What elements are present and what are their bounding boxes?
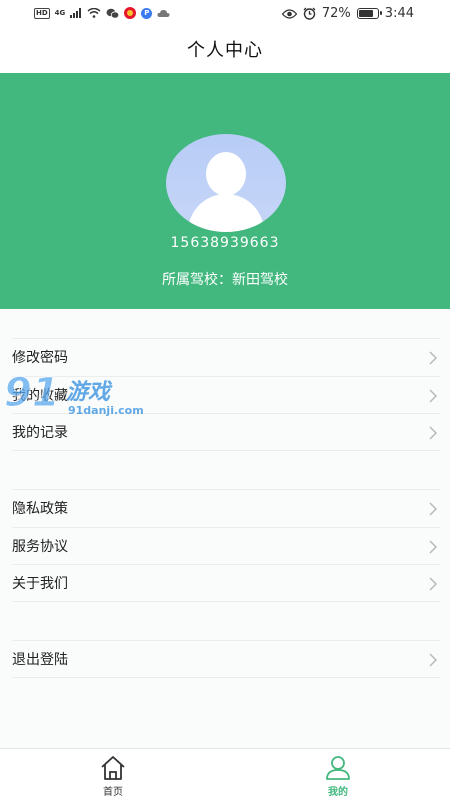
menu-area: 修改密码 我的收藏 我的记录 隐私政策 服务协议 关于我们 退出登陆 (0, 309, 450, 748)
menu-group-logout: 退出登陆 (12, 640, 440, 678)
app-p-icon: P (141, 7, 153, 19)
profile-banner: 15638939663 所属驾校：新田驾校 (0, 73, 450, 309)
user-icon (326, 756, 350, 780)
alarm-icon (303, 7, 316, 20)
tab-home-label: 首页 (103, 787, 123, 798)
status-left: HD 4G P (34, 7, 170, 19)
chevron-right-icon (429, 426, 437, 440)
clock: 3:44 (384, 6, 414, 21)
eye-icon (281, 8, 297, 19)
menu-item-label: 服务协议 (12, 538, 68, 555)
status-bar: HD 4G P 72% 3:44 (0, 0, 450, 28)
menu-item-my-records[interactable]: 我的记录 (12, 413, 440, 451)
battery-percent: 72% (321, 6, 351, 21)
chevron-right-icon (429, 540, 437, 553)
network-type: 4G (54, 9, 66, 17)
user-driving-school: 所属驾校：新田驾校 (162, 272, 288, 288)
tab-home[interactable]: 首页 (83, 755, 143, 798)
menu-item-label: 我的收藏 (12, 387, 68, 404)
wechat-icon (106, 8, 120, 19)
battery-icon (356, 8, 382, 19)
hd-icon: HD (34, 7, 50, 19)
chevron-right-icon (429, 577, 437, 591)
menu-item-label: 隐私政策 (12, 501, 68, 518)
weibo-icon (124, 7, 137, 19)
user-phone: 15638939663 (170, 235, 280, 251)
menu-group-account: 修改密码 我的收藏 我的记录 (12, 338, 440, 451)
menu-item-change-password[interactable]: 修改密码 (12, 338, 440, 376)
menu-item-service-agreement[interactable]: 服务协议 (12, 526, 440, 565)
menu-item-logout[interactable]: 退出登陆 (12, 640, 440, 678)
menu-item-my-favorites[interactable]: 我的收藏 (12, 375, 440, 414)
wifi-icon (87, 8, 101, 18)
page-title: 个人中心 (187, 40, 263, 61)
tab-mine[interactable]: 我的 (308, 755, 368, 798)
menu-item-privacy-policy[interactable]: 隐私政策 (12, 489, 440, 527)
chevron-right-icon (429, 653, 437, 667)
home-icon (101, 756, 125, 780)
menu-item-label: 关于我们 (12, 575, 68, 592)
bottom-tab-bar: 首页 我的 (0, 748, 450, 800)
menu-item-label: 修改密码 (12, 350, 68, 367)
cloud-icon (157, 9, 170, 17)
menu-group-info: 隐私政策 服务协议 关于我们 (12, 489, 440, 602)
signal-icon (70, 8, 82, 18)
status-right: 72% 3:44 (281, 6, 414, 21)
avatar[interactable] (166, 134, 286, 232)
tab-mine-label: 我的 (328, 787, 348, 798)
menu-item-label: 退出登陆 (12, 651, 68, 668)
chevron-right-icon (429, 389, 437, 402)
menu-item-about-us[interactable]: 关于我们 (12, 564, 440, 602)
chevron-right-icon (429, 351, 437, 365)
app-header: 个人中心 (0, 28, 450, 73)
avatar-head-shape (206, 152, 246, 196)
menu-item-label: 我的记录 (12, 424, 68, 441)
avatar-body-shape (188, 194, 264, 232)
chevron-right-icon (429, 502, 437, 516)
